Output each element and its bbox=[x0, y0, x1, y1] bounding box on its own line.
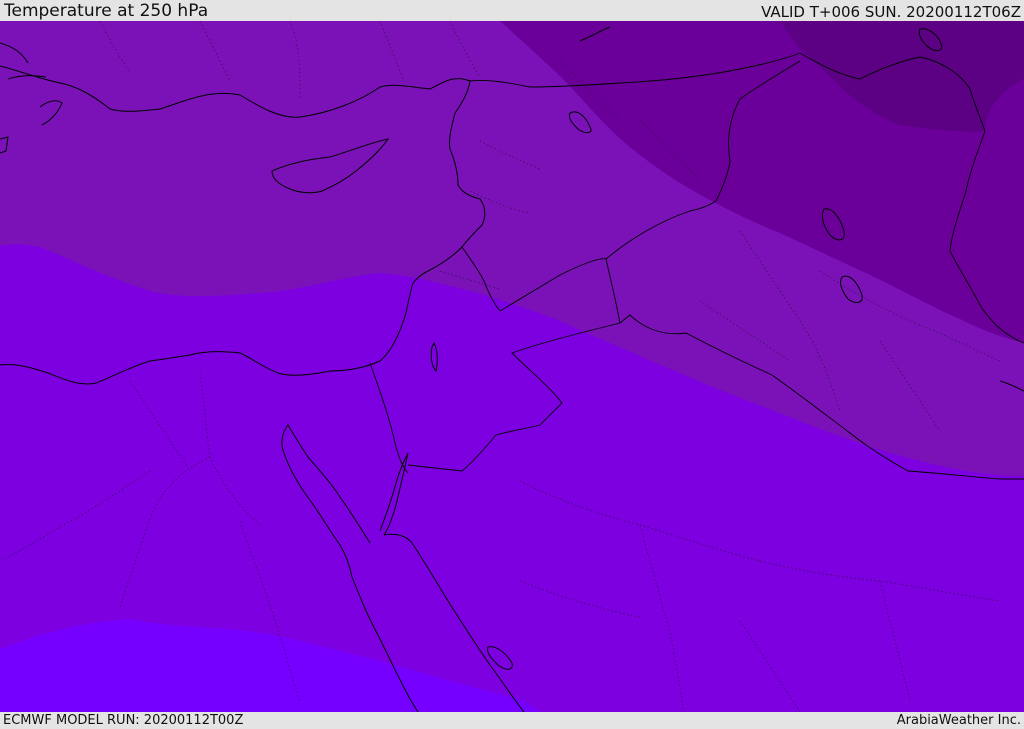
header-bar: Temperature at 250 hPa VALID T+006 SUN. … bbox=[0, 0, 1024, 21]
valid-time: VALID T+006 SUN. 20200112T06Z bbox=[761, 3, 1021, 21]
footer-bar: ECMWF MODEL RUN: 20200112T00Z ArabiaWeat… bbox=[0, 712, 1024, 729]
map-title: Temperature at 250 hPa bbox=[4, 1, 209, 21]
model-run: ECMWF MODEL RUN: 20200112T00Z bbox=[3, 713, 244, 728]
temperature-map[interactable] bbox=[0, 21, 1024, 712]
credit: ArabiaWeather Inc. bbox=[896, 713, 1021, 728]
